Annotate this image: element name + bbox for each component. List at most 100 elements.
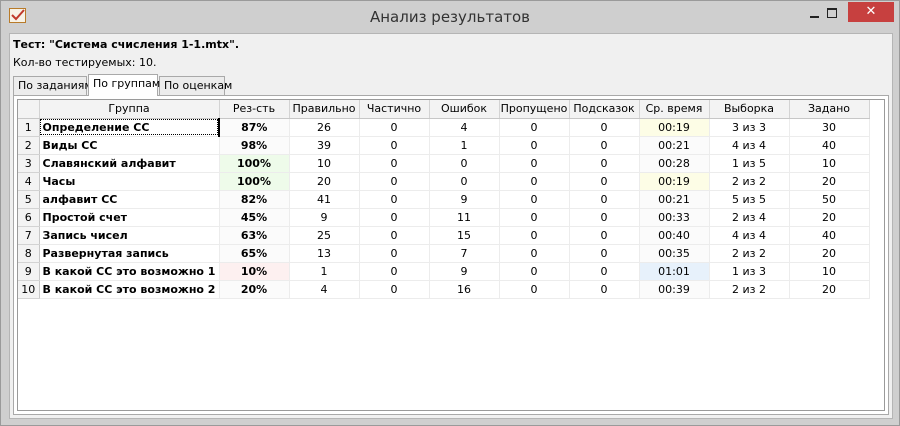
- cell-avg-time[interactable]: 00:21: [639, 190, 710, 209]
- cell-skipped[interactable]: 0: [499, 262, 570, 281]
- cell-hints[interactable]: 0: [569, 118, 640, 137]
- cell-result[interactable]: 10%: [219, 262, 290, 281]
- col-header-errors[interactable]: Ошибок: [429, 100, 500, 119]
- table-row[interactable]: 9В какой СС это возможно 1 10% 1 0 9 0 0 01:01 1…: [18, 262, 870, 281]
- cell-group[interactable]: Развернутая запись: [39, 244, 220, 263]
- table-row[interactable]: 5 алфавит СС 82% 41 0 9 0 0 00:21 5 из 5 50: [18, 190, 870, 209]
- cell-avg-time[interactable]: 00:21: [639, 136, 710, 155]
- table-row[interactable]: 3 Славянский алфавит 100% 10 0 0 0 0 00:28 1 из 5…: [18, 154, 870, 173]
- title-bar[interactable]: Анализ результатов ✕: [1, 1, 899, 33]
- cell-avg-time[interactable]: 00:40: [639, 226, 710, 245]
- cell-sample[interactable]: 1 из 5: [709, 154, 790, 173]
- col-header-group[interactable]: Группа: [39, 100, 220, 119]
- cell-group[interactable]: В какой СС это возможно 2: [39, 280, 220, 299]
- results-grid[interactable]: Группа Рез-сть Правильно Частично Ошибок…: [17, 99, 885, 411]
- cell-errors[interactable]: 0: [429, 154, 500, 173]
- cell-hints[interactable]: 0: [569, 244, 640, 263]
- cell-avg-time[interactable]: 00:19: [639, 118, 710, 137]
- cell-result[interactable]: 63%: [219, 226, 290, 245]
- row-number[interactable]: 5: [18, 190, 40, 209]
- table-row[interactable]: 8 Развернутая запись 65% 13 0 7 0 0 00:35 2 из 22…: [18, 244, 870, 263]
- cell-correct[interactable]: 39: [289, 136, 360, 155]
- cell-errors[interactable]: 11: [429, 208, 500, 227]
- col-header-given[interactable]: Задано: [789, 100, 870, 119]
- cell-correct[interactable]: 4: [289, 280, 360, 299]
- col-header-sample[interactable]: Выборка: [709, 100, 790, 119]
- table-row[interactable]: 10 В какой СС это возможно 2 20% 4 0 16 0 0 00:3…: [18, 280, 870, 299]
- cell-skipped[interactable]: 0: [499, 244, 570, 263]
- cell-result[interactable]: 20%: [219, 280, 290, 299]
- cell-correct[interactable]: 10: [289, 154, 360, 173]
- cell-correct[interactable]: 20: [289, 172, 360, 191]
- tab-by-grades[interactable]: По оценкам: [159, 76, 232, 95]
- cell-given[interactable]: 10: [789, 262, 870, 281]
- tab-by-groups[interactable]: По группам: [88, 74, 160, 96]
- cell-errors[interactable]: 15: [429, 226, 500, 245]
- cell-partial[interactable]: 0: [359, 118, 430, 137]
- cell-given[interactable]: 10: [789, 154, 870, 173]
- cell-hints[interactable]: 0: [569, 136, 640, 155]
- col-header-result[interactable]: Рез-сть: [219, 100, 290, 119]
- cell-sample[interactable]: 2 из 2: [709, 244, 790, 263]
- cell-group[interactable]: алфавит СС: [39, 190, 220, 209]
- cell-errors[interactable]: 9: [429, 262, 500, 281]
- cell-skipped[interactable]: 0: [499, 172, 570, 191]
- cell-result[interactable]: 45%: [219, 208, 290, 227]
- cell-sample[interactable]: 1 из 3: [709, 262, 790, 281]
- minimize-button[interactable]: [807, 5, 823, 21]
- cell-hints[interactable]: 0: [569, 208, 640, 227]
- cell-partial[interactable]: 0: [359, 244, 430, 263]
- cell-errors[interactable]: 4: [429, 118, 500, 137]
- cell-hints[interactable]: 0: [569, 190, 640, 209]
- cell-group[interactable]: Запись чисел: [39, 226, 220, 245]
- cell-partial[interactable]: 0: [359, 172, 430, 191]
- tab-by-tasks[interactable]: По заданиям: [13, 76, 93, 95]
- cell-skipped[interactable]: 0: [499, 154, 570, 173]
- cell-sample[interactable]: 5 из 5: [709, 190, 790, 209]
- col-header-avg-time[interactable]: Ср. время: [639, 100, 710, 119]
- cell-avg-time[interactable]: 00:35: [639, 244, 710, 263]
- row-number[interactable]: 9: [18, 262, 40, 281]
- cell-partial[interactable]: 0: [359, 226, 430, 245]
- cell-avg-time[interactable]: 01:01: [639, 262, 710, 281]
- cell-partial[interactable]: 0: [359, 136, 430, 155]
- cell-avg-time[interactable]: 00:28: [639, 154, 710, 173]
- cell-given[interactable]: 50: [789, 190, 870, 209]
- cell-group[interactable]: Виды СС: [39, 136, 220, 155]
- cell-sample[interactable]: 4 из 4: [709, 226, 790, 245]
- cell-errors[interactable]: 1: [429, 136, 500, 155]
- cell-partial[interactable]: 0: [359, 208, 430, 227]
- cell-given[interactable]: 40: [789, 136, 870, 155]
- cell-hints[interactable]: 0: [569, 172, 640, 191]
- cell-avg-time[interactable]: 00:19: [639, 172, 710, 191]
- maximize-button[interactable]: [823, 5, 841, 21]
- table-row[interactable]: 4 Часы 100% 20 0 0 0 0 00:19 2 из 2 20: [18, 172, 870, 191]
- cell-partial[interactable]: 0: [359, 280, 430, 299]
- cell-sample[interactable]: 4 из 4: [709, 136, 790, 155]
- cell-skipped[interactable]: 0: [499, 136, 570, 155]
- cell-result[interactable]: 100%: [219, 154, 290, 173]
- cell-skipped[interactable]: 0: [499, 208, 570, 227]
- cell-given[interactable]: 20: [789, 244, 870, 263]
- cell-hints[interactable]: 0: [569, 280, 640, 299]
- close-button[interactable]: ✕: [848, 2, 894, 22]
- cell-result[interactable]: 82%: [219, 190, 290, 209]
- col-header-correct[interactable]: Правильно: [289, 100, 360, 119]
- cell-hints[interactable]: 0: [569, 226, 640, 245]
- row-number[interactable]: 4: [18, 172, 40, 191]
- col-header-skipped[interactable]: Пропущено: [499, 100, 570, 119]
- cell-correct[interactable]: 41: [289, 190, 360, 209]
- cell-sample[interactable]: 3 из 3: [709, 118, 790, 137]
- row-number[interactable]: 7: [18, 226, 40, 245]
- row-number[interactable]: 3: [18, 154, 40, 173]
- cell-given[interactable]: 20: [789, 280, 870, 299]
- cell-correct[interactable]: 25: [289, 226, 360, 245]
- cell-skipped[interactable]: 0: [499, 118, 570, 137]
- cell-partial[interactable]: 0: [359, 262, 430, 281]
- table-row[interactable]: 2 Виды СС 98% 39 0 1 0 0 00:21 4 из 4 40: [18, 136, 870, 155]
- cell-skipped[interactable]: 0: [499, 226, 570, 245]
- cell-errors[interactable]: 7: [429, 244, 500, 263]
- row-number[interactable]: 6: [18, 208, 40, 227]
- cell-result[interactable]: 100%: [219, 172, 290, 191]
- cell-given[interactable]: 20: [789, 208, 870, 227]
